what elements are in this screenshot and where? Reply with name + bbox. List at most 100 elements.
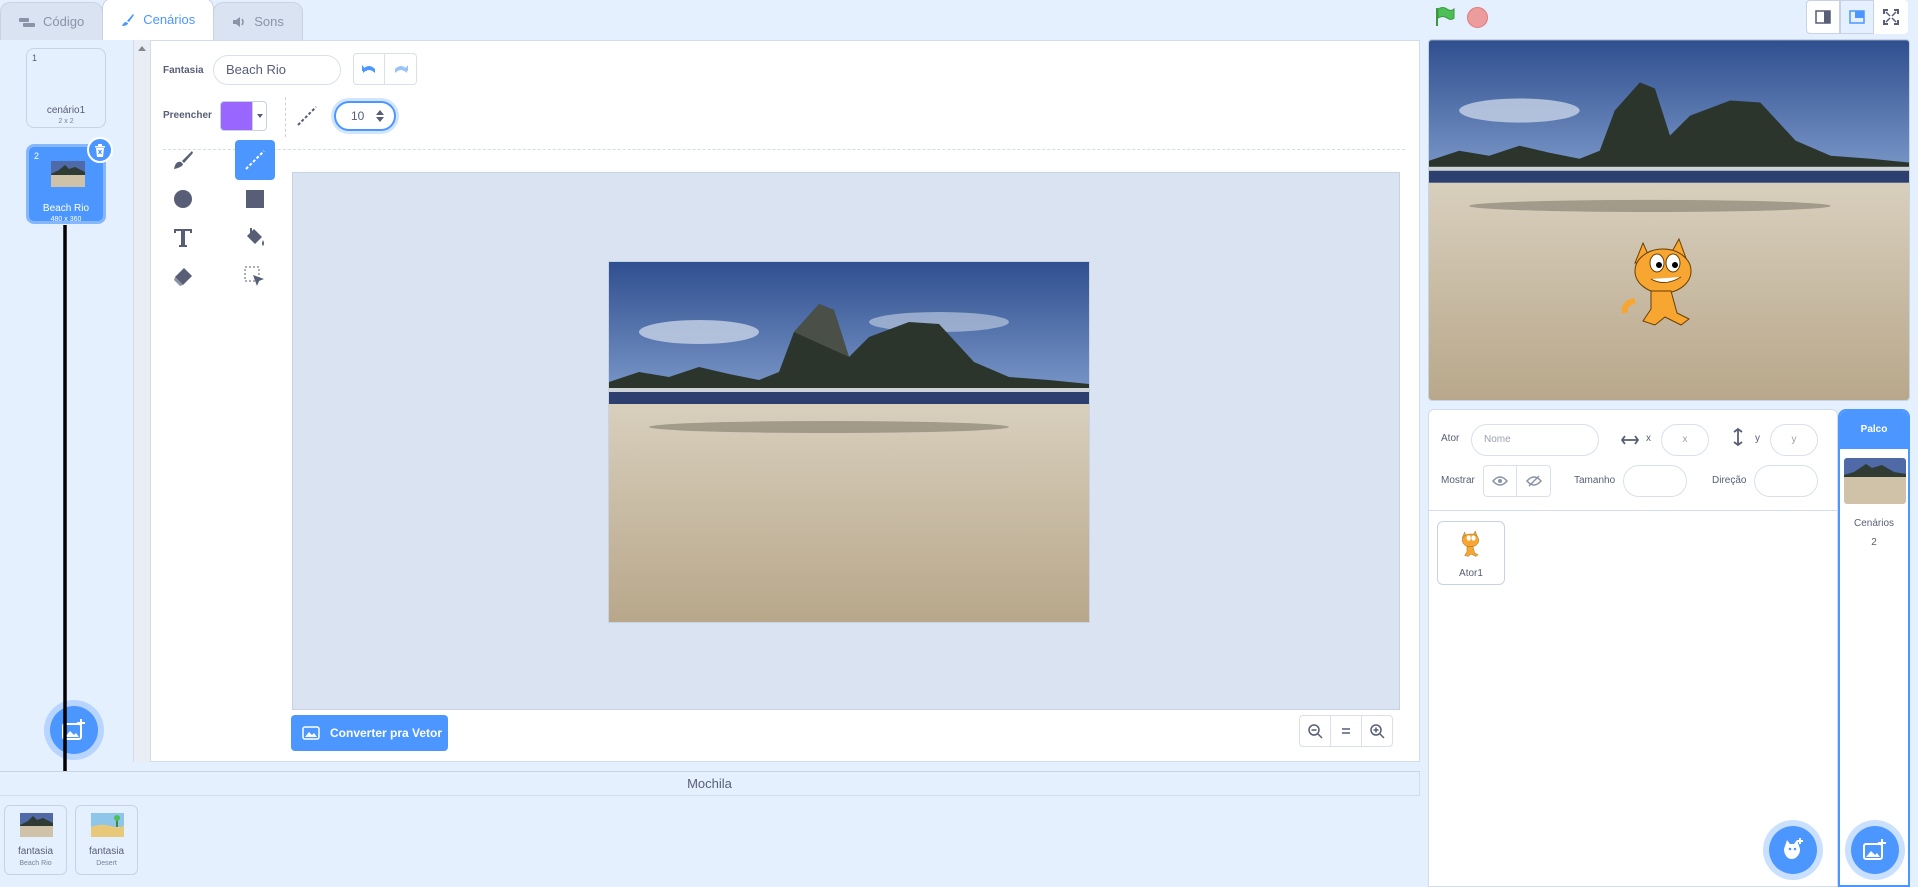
stage-backdrop-image — [1429, 40, 1909, 400]
redo-icon — [394, 65, 408, 73]
cat-sprite-icon — [1621, 237, 1692, 326]
backpack-item-thumbnail — [91, 813, 124, 837]
green-flag-button[interactable] — [1434, 6, 1456, 33]
line-tool-button[interactable] — [235, 140, 275, 180]
eraser-icon — [174, 268, 192, 286]
toolbar-divider — [285, 97, 286, 137]
stage-thumbnail — [1844, 458, 1906, 504]
direction-label: Direção — [1712, 475, 1747, 486]
visibility-toggle — [1483, 465, 1551, 497]
undo-icon — [362, 65, 375, 73]
rectangle-tool-button[interactable] — [235, 179, 275, 219]
eraser-tool-button[interactable] — [163, 257, 203, 297]
small-stage-button[interactable] — [1806, 0, 1840, 34]
backpack-item-name: Beach Rio — [19, 860, 52, 867]
circle-tool-icon — [174, 190, 192, 208]
costume-number: 1 — [32, 53, 38, 63]
select-tool-button[interactable] — [235, 257, 275, 297]
costume-name-input[interactable]: Beach Rio — [213, 55, 341, 85]
stage[interactable] — [1428, 39, 1910, 401]
x-label: x — [1646, 433, 1651, 444]
cat-add-icon — [1784, 838, 1803, 859]
backpack-item-type: fantasia — [88, 846, 125, 857]
show-sprite-button[interactable] — [1483, 465, 1517, 497]
backpack-item-type: fantasia — [17, 846, 54, 857]
fill-color-swatch — [221, 102, 252, 130]
sprite-size-input[interactable] — [1623, 465, 1687, 497]
x-axis-arrow-icon — [1620, 432, 1640, 450]
size-label: Tamanho — [1574, 475, 1616, 486]
large-stage-icon — [1849, 10, 1865, 24]
tab-sounds[interactable]: Sons — [213, 2, 303, 40]
y-label: y — [1755, 433, 1760, 444]
scroll-up-arrow-icon[interactable] — [138, 46, 146, 51]
caret-down-icon — [252, 102, 266, 130]
add-backdrop-button[interactable] — [1851, 826, 1899, 874]
zoom-out-button[interactable] — [1299, 715, 1331, 747]
backpack-item-thumbnail — [20, 813, 53, 837]
add-backdrop-icon — [1863, 839, 1886, 860]
sprite-direction-input[interactable] — [1754, 465, 1818, 497]
stop-button[interactable] — [1467, 7, 1488, 28]
rectangle-tool-icon — [246, 190, 264, 208]
convert-to-vector-button[interactable]: Converter pra Vetor — [291, 715, 448, 751]
undo-button[interactable] — [353, 53, 385, 85]
stage-size-controls — [1806, 0, 1908, 34]
brush-size-input[interactable]: 10 — [334, 101, 396, 131]
sprite-tile[interactable]: Ator1 — [1437, 521, 1505, 585]
brush-tool-button[interactable] — [163, 140, 203, 180]
add-sprite-button[interactable] — [1769, 826, 1817, 874]
backdrops-label: Cenários — [1853, 518, 1895, 529]
costume-thumbnail — [51, 161, 85, 187]
brush-icon — [121, 13, 135, 27]
line-width-icon — [296, 105, 318, 132]
fullscreen-button[interactable] — [1874, 0, 1908, 34]
sprite-info-panel: Ator Nome x x y y Mostrar Tamanho Direçã… — [1428, 409, 1838, 511]
sprite-name-input[interactable]: Nome — [1471, 424, 1599, 456]
backpack-header[interactable]: Mochila — [0, 772, 1420, 796]
costume-list-scrollbar[interactable] — [133, 40, 150, 762]
tab-code[interactable]: Código — [0, 2, 104, 40]
stage-target-pane[interactable]: Palco Cenários 2 — [1838, 409, 1910, 887]
costume-number: 2 — [34, 151, 40, 161]
redo-button[interactable] — [385, 53, 417, 85]
zoom-reset-button[interactable] — [1330, 715, 1362, 747]
fill-bucket-icon — [247, 228, 264, 246]
fullscreen-icon — [1883, 9, 1899, 25]
zoom-in-icon — [1370, 724, 1385, 739]
toolbar-separator — [163, 149, 1405, 150]
stage-pane-header: Palco — [1840, 411, 1908, 449]
costume-canvas[interactable] — [608, 261, 1090, 623]
costume-size: 2 x 2 — [58, 118, 74, 125]
text-tool-button[interactable] — [163, 218, 203, 258]
line-tool-icon — [245, 150, 265, 170]
large-stage-button[interactable] — [1840, 0, 1874, 34]
backpack-item[interactable]: fantasia Beach Rio — [4, 805, 67, 875]
speaker-icon — [232, 16, 246, 28]
tab-costumes[interactable]: Cenários — [102, 0, 215, 40]
fill-color-picker[interactable] — [220, 101, 267, 131]
delete-costume-button[interactable] — [87, 137, 113, 163]
fill-tool-button[interactable] — [235, 218, 275, 258]
sprite-x-input[interactable]: x — [1661, 424, 1709, 456]
backpack-item[interactable]: fantasia Desert — [75, 805, 138, 875]
undo-redo-group — [353, 53, 417, 85]
paint-editor: Fantasia Beach Rio Preencher 10 Converte… — [150, 40, 1420, 762]
costume-item-1[interactable]: 1 cenário1 2 x 2 — [26, 48, 106, 128]
sprite-y-input[interactable]: y — [1770, 424, 1818, 456]
convert-to-vector-label: Converter pra Vetor — [330, 726, 443, 740]
backpack-item-name: Desert — [96, 860, 117, 867]
green-flag-icon — [1436, 7, 1455, 26]
editor-tabs: Código Cenários Sons — [0, 0, 303, 40]
sprite-list-pane: Ator1 — [1428, 510, 1838, 887]
cat-thumbnail-icon — [1461, 530, 1479, 557]
equals-icon — [1342, 728, 1350, 734]
costume-name-label: Fantasia — [163, 65, 204, 76]
circle-tool-button[interactable] — [163, 179, 203, 219]
zoom-in-button[interactable] — [1361, 715, 1393, 747]
costume-size: 480 x 360 — [50, 216, 82, 223]
fill-label: Preencher — [163, 110, 212, 121]
hide-sprite-button[interactable] — [1517, 465, 1551, 497]
stepper-icon[interactable] — [376, 103, 384, 131]
paint-canvas-area[interactable] — [292, 172, 1400, 710]
